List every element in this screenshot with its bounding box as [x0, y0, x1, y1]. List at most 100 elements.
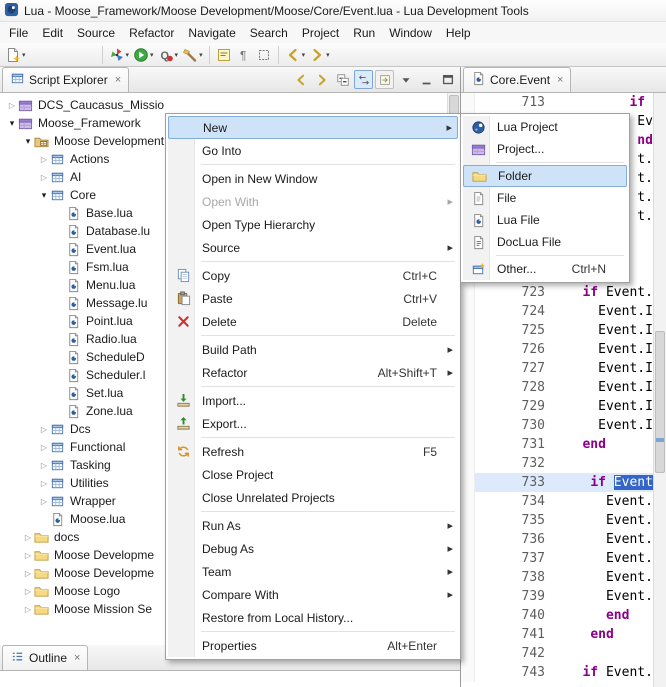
explorer-action-view-menu[interactable]	[396, 70, 415, 89]
toolbar-back-button[interactable]: ▾	[283, 44, 308, 66]
menu-item-open-type-hierarchy[interactable]: Open Type Hierarchy	[168, 213, 458, 236]
collapsed-arrow-icon[interactable]: ▷	[22, 605, 34, 614]
annotation-ruler-cell[interactable]	[461, 283, 475, 302]
annotation-ruler-cell[interactable]	[461, 492, 475, 511]
menu-item-lua-project[interactable]: Lua Project	[463, 116, 627, 138]
annotation-ruler-cell[interactable]	[461, 397, 475, 416]
collapsed-arrow-icon[interactable]: ▷	[38, 443, 50, 452]
line-number[interactable]: 736	[475, 530, 553, 549]
explorer-action-link-with-editor[interactable]	[354, 70, 373, 89]
code-text[interactable]: Event.I	[553, 549, 653, 568]
toolbar-coverage-button[interactable]: Q▾	[156, 44, 181, 66]
code-line[interactable]: 740 end	[461, 606, 653, 625]
dropdown-caret-icon[interactable]: ▾	[326, 51, 330, 59]
collapsed-arrow-icon[interactable]: ▷	[38, 461, 50, 470]
dropdown-caret-icon[interactable]: ▾	[175, 51, 179, 59]
dropdown-caret-icon[interactable]: ▾	[199, 51, 203, 59]
tree-item-dcs-caucasus-missio[interactable]: ▷DCS_Caucasus_Missio	[0, 96, 460, 114]
code-line[interactable]: 724 Event.I	[461, 302, 653, 321]
menu-item-properties[interactable]: PropertiesAlt+Enter	[168, 634, 458, 657]
line-number[interactable]: 742	[475, 644, 553, 663]
line-number[interactable]: 728	[475, 378, 553, 397]
code-line[interactable]: 735 Event.I	[461, 511, 653, 530]
menu-item-refactor[interactable]: RefactorAlt+Shift+T▸	[168, 361, 458, 384]
collapsed-arrow-icon[interactable]: ▷	[38, 497, 50, 506]
line-number[interactable]: 725	[475, 321, 553, 340]
code-line[interactable]: 743 if Event.ta	[461, 663, 653, 682]
line-number[interactable]: 740	[475, 606, 553, 625]
menu-item-file[interactable]: File	[463, 187, 627, 209]
collapsed-arrow-icon[interactable]: ▷	[6, 101, 18, 110]
menubar-item-refactor[interactable]: Refactor	[122, 24, 181, 42]
menu-item-import[interactable]: Import...	[168, 389, 458, 412]
menu-item-restore-from-local-history[interactable]: Restore from Local History...	[168, 606, 458, 629]
menu-item-other[interactable]: Other...Ctrl+N	[463, 258, 627, 280]
menubar-item-edit[interactable]: Edit	[35, 24, 70, 42]
annotation-ruler-cell[interactable]	[461, 340, 475, 359]
menu-item-close-unrelated-projects[interactable]: Close Unrelated Projects	[168, 486, 458, 509]
code-text[interactable]: Event.I	[553, 511, 653, 530]
explorer-action-collapse-all[interactable]	[333, 70, 352, 89]
annotation-ruler-cell[interactable]	[461, 530, 475, 549]
menu-item-source[interactable]: Source▸	[168, 236, 458, 259]
expanded-arrow-icon[interactable]: ▾	[22, 136, 34, 147]
close-icon[interactable]: ×	[115, 74, 121, 86]
line-number[interactable]: 723	[475, 283, 553, 302]
editor-scrollbar-thumb[interactable]	[655, 331, 665, 474]
dropdown-caret-icon[interactable]: ▾	[150, 51, 154, 59]
line-number[interactable]: 724	[475, 302, 553, 321]
annotation-ruler-cell[interactable]	[461, 302, 475, 321]
code-line[interactable]: 732	[461, 454, 653, 473]
dropdown-caret-icon[interactable]: ▾	[302, 51, 306, 59]
explorer-action-minimize[interactable]	[417, 70, 436, 89]
menubar-item-navigate[interactable]: Navigate	[181, 24, 242, 42]
toolbar-run-button[interactable]: ▾	[131, 44, 156, 66]
menu-item-run-as[interactable]: Run As▸	[168, 514, 458, 537]
code-text[interactable]: end	[553, 606, 653, 625]
line-number[interactable]: 727	[475, 359, 553, 378]
code-text[interactable]: end	[553, 625, 653, 644]
menu-item-debug-as[interactable]: Debug As▸	[168, 537, 458, 560]
explorer-action-forward[interactable]	[312, 70, 331, 89]
code-text[interactable]: Event.I	[553, 492, 653, 511]
explorer-action-focus-on-active[interactable]	[375, 70, 394, 89]
editor-scrollbar[interactable]	[653, 93, 666, 687]
overview-marker[interactable]	[656, 438, 664, 442]
annotation-ruler-cell[interactable]	[461, 587, 475, 606]
toolbar-block-selection-button[interactable]	[254, 44, 274, 66]
collapsed-arrow-icon[interactable]: ▷	[38, 479, 50, 488]
line-number[interactable]: 743	[475, 663, 553, 682]
toolbar-new-wizard-button[interactable]: ▾	[3, 44, 28, 66]
code-line[interactable]: 725 Event.I	[461, 321, 653, 340]
toolbar-mark-occurrences-button[interactable]	[214, 44, 234, 66]
explorer-action-back[interactable]	[291, 70, 310, 89]
code-text[interactable]: if Event.	[553, 473, 653, 492]
annotation-ruler-cell[interactable]	[461, 606, 475, 625]
tab-outline[interactable]: Outline ×	[2, 645, 88, 670]
menu-item-refresh[interactable]: RefreshF5	[168, 440, 458, 463]
annotation-ruler-cell[interactable]	[461, 644, 475, 663]
annotation-ruler-cell[interactable]	[461, 568, 475, 587]
collapsed-arrow-icon[interactable]: ▷	[38, 155, 50, 164]
menubar-item-project[interactable]: Project	[295, 24, 346, 42]
line-number[interactable]: 732	[475, 454, 553, 473]
dropdown-caret-icon[interactable]: ▾	[126, 51, 130, 59]
explorer-action-maximize[interactable]	[438, 70, 457, 89]
code-line[interactable]: 741 end	[461, 625, 653, 644]
expanded-arrow-icon[interactable]: ▾	[38, 190, 50, 201]
collapsed-arrow-icon[interactable]: ▷	[38, 425, 50, 434]
tab-script-explorer[interactable]: Script Explorer ×	[2, 67, 129, 92]
code-text[interactable]: if Ev	[553, 93, 653, 112]
line-number[interactable]: 726	[475, 340, 553, 359]
code-text[interactable]: if Event.	[553, 283, 653, 302]
annotation-ruler-cell[interactable]	[461, 321, 475, 340]
close-icon[interactable]: ×	[557, 74, 563, 86]
menu-item-export[interactable]: Export...	[168, 412, 458, 435]
code-line[interactable]: 739 Event.I	[461, 587, 653, 606]
menubar-item-window[interactable]: Window	[382, 24, 439, 42]
collapsed-arrow-icon[interactable]: ▷	[22, 587, 34, 596]
menu-item-go-into[interactable]: Go Into	[168, 139, 458, 162]
code-text[interactable]: Event.I	[553, 587, 653, 606]
code-text[interactable]: Event.I	[553, 416, 653, 435]
code-text[interactable]: Event.I	[553, 359, 653, 378]
